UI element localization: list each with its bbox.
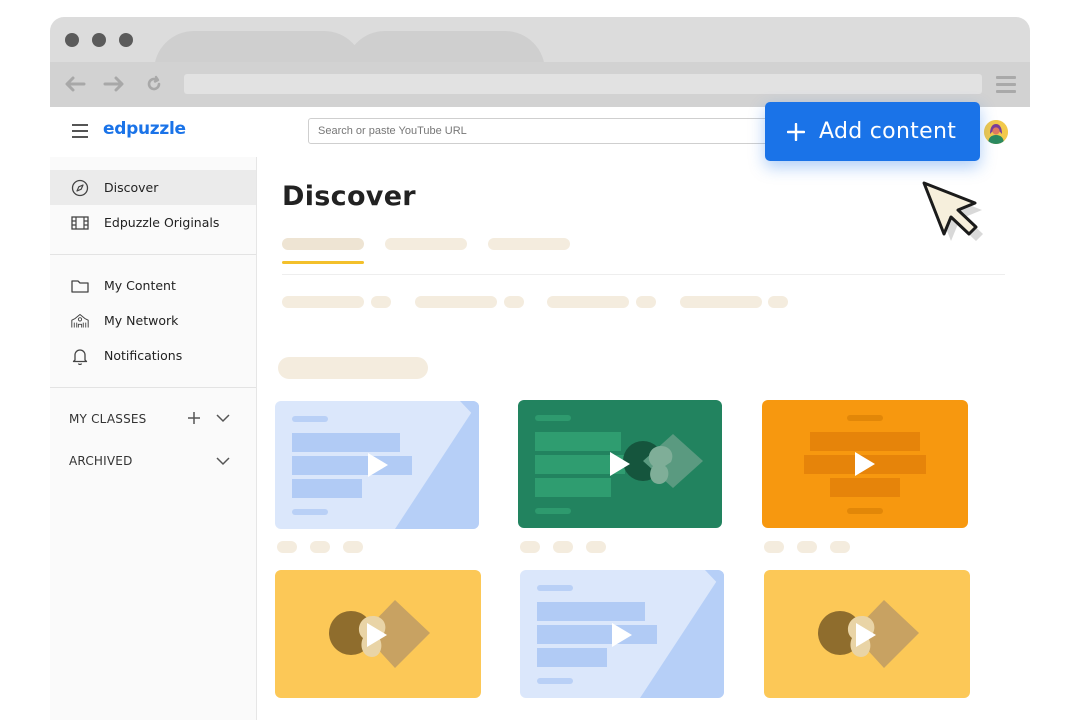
browser-chrome [50, 17, 1030, 107]
video-thumbnail [804, 415, 926, 514]
meta-placeholder [797, 541, 817, 553]
archived-actions [216, 456, 230, 466]
folder-icon [71, 277, 89, 295]
hamburger-menu-icon[interactable] [72, 124, 88, 142]
chevron-down-icon[interactable] [216, 413, 230, 423]
filter-placeholder[interactable] [282, 296, 364, 308]
reload-icon[interactable] [142, 72, 166, 96]
school-icon [71, 312, 89, 330]
video-thumbnail [537, 570, 724, 698]
video-card[interactable] [518, 400, 722, 528]
filter-placeholder [504, 296, 524, 308]
sidebar-item-label: Edpuzzle Originals [104, 215, 220, 230]
forward-arrow-icon[interactable] [102, 72, 126, 96]
archived-heading[interactable]: ARCHIVED [69, 454, 133, 468]
sidebar-item-label: My Network [104, 313, 179, 328]
filter-placeholder [768, 296, 788, 308]
compass-icon [71, 179, 89, 197]
meta-placeholder [830, 541, 850, 553]
sidebar-item-my-content[interactable]: My Content [50, 268, 256, 303]
bell-icon [71, 347, 89, 365]
page-title: Discover [282, 181, 416, 212]
filter-placeholder[interactable] [680, 296, 762, 308]
meta-placeholder [553, 541, 573, 553]
avatar[interactable] [984, 120, 1008, 144]
back-arrow-icon[interactable] [63, 72, 87, 96]
video-card[interactable] [762, 400, 968, 528]
tab-placeholder[interactable] [385, 238, 467, 250]
window-maximize-dot[interactable] [119, 33, 133, 47]
chevron-down-icon[interactable] [216, 456, 230, 466]
window-close-dot[interactable] [65, 33, 79, 47]
search-input[interactable] [308, 118, 778, 144]
sidebar-item-label: Notifications [104, 348, 183, 363]
divider [50, 387, 256, 388]
video-card[interactable] [275, 401, 479, 529]
video-card[interactable] [520, 570, 724, 698]
active-tab-underline [282, 261, 364, 264]
meta-placeholder [310, 541, 330, 553]
meta-placeholder [764, 541, 784, 553]
meta-placeholder [277, 541, 297, 553]
film-icon [71, 214, 89, 232]
video-card[interactable] [764, 570, 970, 698]
section-title-placeholder [278, 357, 428, 379]
sidebar-item-label: My Content [104, 278, 176, 293]
address-bar[interactable] [184, 74, 982, 94]
add-content-button[interactable]: Add content [765, 102, 980, 161]
divider [50, 254, 256, 255]
sidebar-item-label: Discover [104, 180, 159, 195]
tab-placeholder[interactable] [488, 238, 570, 250]
filter-placeholder [371, 296, 391, 308]
sidebar: Discover Edpuzzle Originals My Content M… [50, 157, 257, 720]
plus-icon [787, 122, 805, 141]
my-classes-heading[interactable]: MY CLASSES [69, 412, 146, 426]
video-thumbnail [329, 600, 430, 668]
sidebar-item-my-network[interactable]: My Network [50, 303, 256, 338]
filter-placeholder[interactable] [547, 296, 629, 308]
video-card[interactable] [275, 570, 481, 698]
window-minimize-dot[interactable] [92, 33, 106, 47]
video-thumbnail [818, 600, 919, 668]
divider [282, 274, 1005, 275]
browser-menu-icon[interactable] [996, 76, 1016, 97]
meta-placeholder [586, 541, 606, 553]
video-thumbnail [292, 401, 479, 529]
filter-placeholder[interactable] [415, 296, 497, 308]
browser-toolbar [50, 62, 1030, 107]
edpuzzle-logo[interactable]: edpuzzle [103, 119, 186, 139]
my-classes-actions [188, 412, 230, 424]
sidebar-item-notifications[interactable]: Notifications [50, 338, 256, 373]
filter-placeholder [636, 296, 656, 308]
sidebar-item-discover[interactable]: Discover [50, 170, 256, 205]
add-content-label: Add content [819, 119, 957, 144]
video-thumbnail [535, 415, 703, 514]
mouse-pointer-icon [918, 178, 988, 248]
tab-placeholder[interactable] [282, 238, 364, 250]
main-content: Discover [257, 157, 1030, 720]
sidebar-item-edpuzzle-originals[interactable]: Edpuzzle Originals [50, 205, 256, 240]
meta-placeholder [343, 541, 363, 553]
plus-icon[interactable] [188, 412, 200, 424]
meta-placeholder [520, 541, 540, 553]
